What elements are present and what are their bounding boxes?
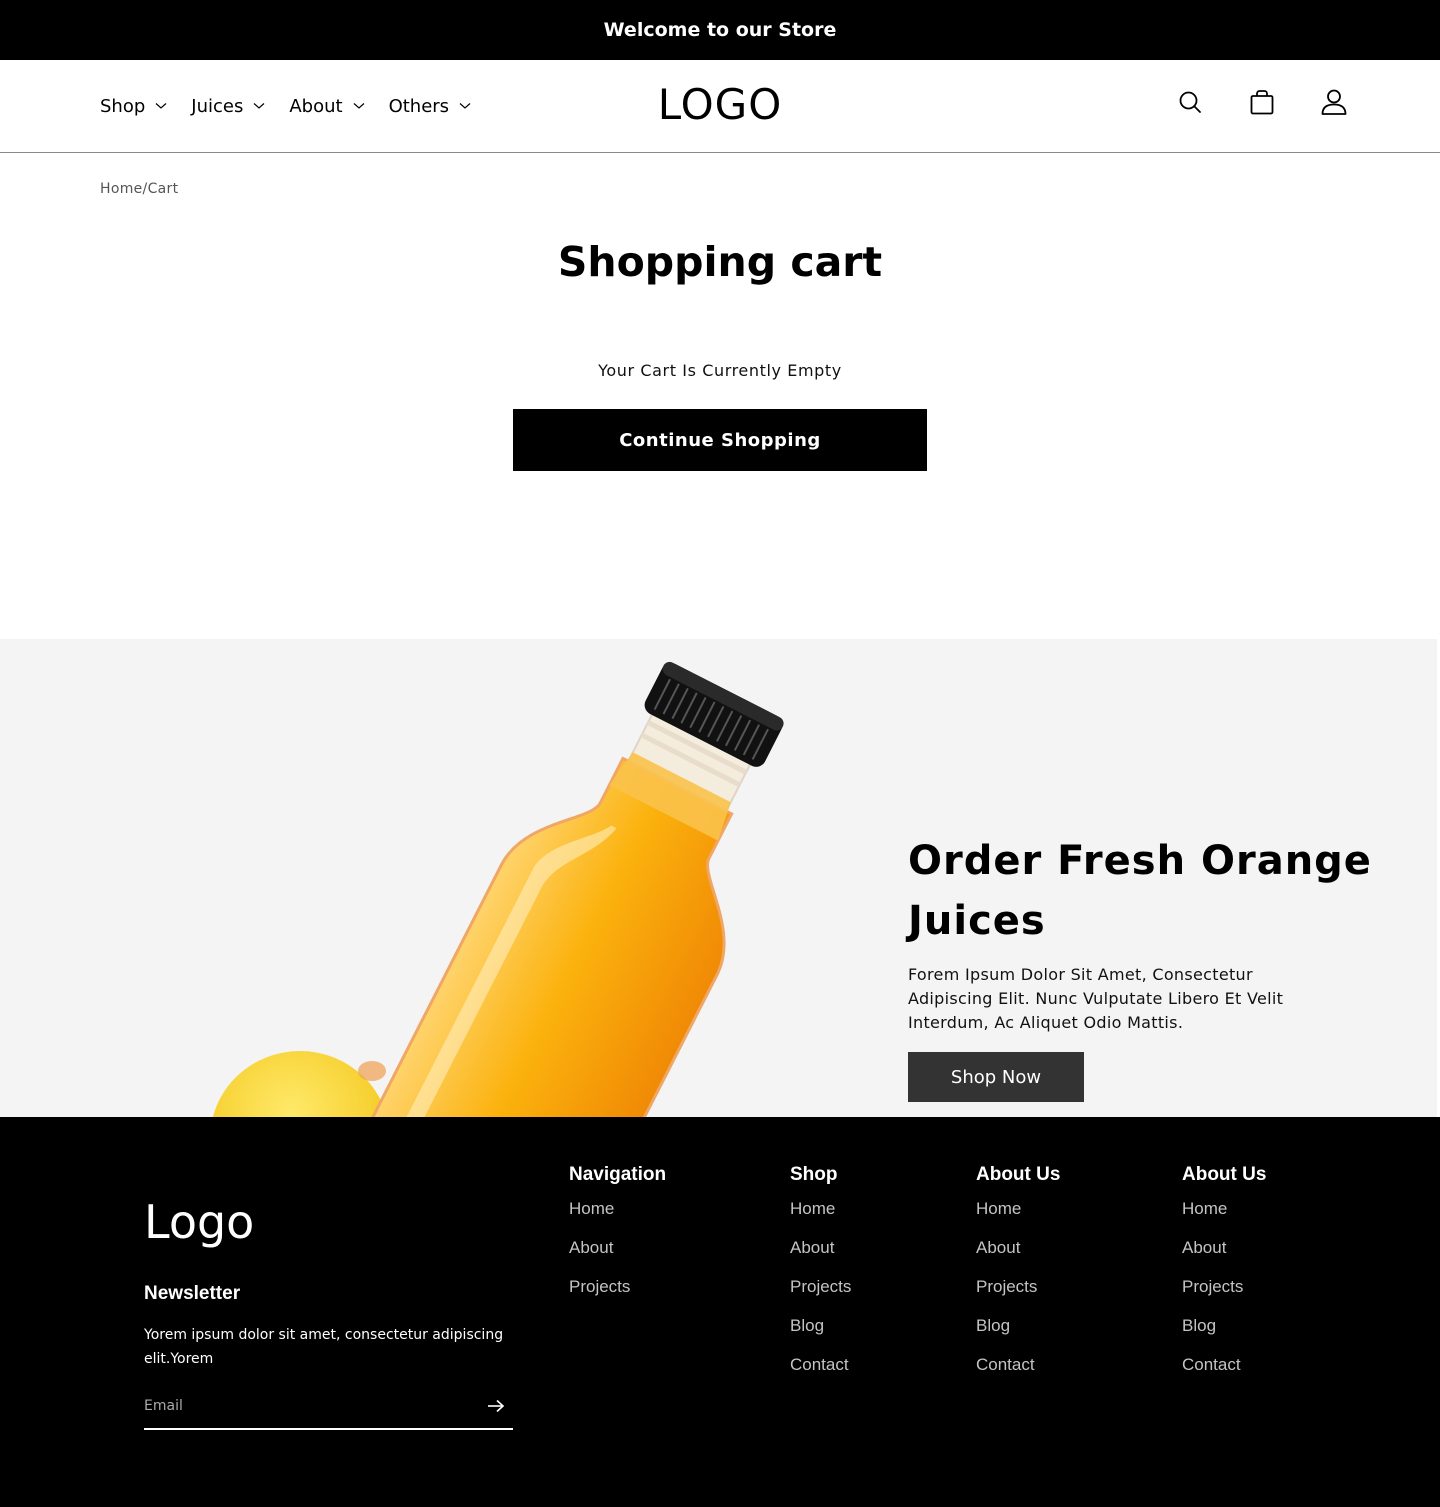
footer-column-shop: Shop Home About Projects Blog Contact [790, 1164, 851, 1394]
chevron-down-icon [459, 103, 471, 109]
site-header: Shop Juices About Others LOGO [0, 60, 1440, 153]
newsletter-title: Newsletter [144, 1283, 241, 1304]
footer-link-projects[interactable]: Projects [1182, 1277, 1266, 1316]
breadcrumb: Home/Cart [100, 181, 178, 197]
nav-item-about[interactable]: About [289, 96, 364, 117]
footer-link-home[interactable]: Home [569, 1199, 666, 1238]
footer-link-blog[interactable]: Blog [976, 1316, 1060, 1355]
page-title: Shopping cart [557, 238, 883, 286]
footer-column-title: About Us [1182, 1164, 1267, 1185]
footer-column-navigation: Navigation Home About Projects [569, 1164, 666, 1316]
footer-link-about[interactable]: About [976, 1238, 1060, 1277]
announcement-text: Welcome to our Store [603, 19, 837, 41]
footer-column-about-us-2: About Us Home About Projects Blog Contac… [1182, 1164, 1266, 1394]
footer-link-home[interactable]: Home [976, 1199, 1060, 1238]
search-icon [1179, 91, 1201, 113]
footer-link-contact[interactable]: Contact [976, 1355, 1060, 1394]
arrow-right-icon[interactable] [487, 1399, 505, 1413]
site-logo[interactable]: LOGO [658, 80, 783, 129]
footer-column-title: Shop [790, 1164, 838, 1185]
footer-link-blog[interactable]: Blog [790, 1316, 851, 1355]
account-button[interactable] [1320, 88, 1348, 116]
empty-cart-message: Your Cart Is Currently Empty [598, 361, 842, 380]
footer-link-about[interactable]: About [790, 1238, 851, 1277]
newsletter-form [144, 1383, 513, 1430]
chevron-down-icon [253, 103, 265, 109]
breadcrumb-home[interactable]: Home [100, 181, 143, 197]
footer-column-title: Navigation [569, 1164, 667, 1185]
main-nav: Shop Juices About Others [100, 60, 495, 152]
bag-icon [1250, 90, 1274, 115]
continue-shopping-button[interactable]: Continue Shopping [513, 409, 927, 471]
nav-item-juices[interactable]: Juices [191, 96, 265, 117]
chevron-down-icon [155, 103, 167, 109]
nav-item-label: Others [388, 95, 450, 117]
user-icon [1321, 89, 1347, 115]
juice-bottle-image [212, 661, 784, 1117]
nav-item-label: Shop [100, 95, 146, 117]
email-input[interactable] [144, 1389, 487, 1422]
chevron-down-icon [353, 103, 364, 109]
footer-column-title: About Us [976, 1164, 1061, 1185]
footer-link-contact[interactable]: Contact [1182, 1355, 1266, 1394]
nav-item-label: Juices [191, 95, 244, 117]
nav-item-shop[interactable]: Shop [100, 96, 167, 117]
header-icons [1132, 88, 1348, 116]
footer-link-home[interactable]: Home [790, 1199, 851, 1238]
footer-link-projects[interactable]: Projects [569, 1277, 666, 1316]
footer-logo[interactable]: Logo [144, 1195, 254, 1249]
footer-link-projects[interactable]: Projects [976, 1277, 1060, 1316]
promo-banner: Order Fresh Orange Juices Forem Ipsum Do… [0, 639, 1437, 1117]
promo-description: Forem Ipsum Dolor Sit Amet, Consectetur … [908, 965, 1284, 1032]
announcement-bar: Welcome to our Store [0, 0, 1440, 60]
footer-link-home[interactable]: Home [1182, 1199, 1266, 1238]
newsletter-text: Yorem ipsum dolor sit amet, consectetur … [144, 1327, 504, 1367]
nav-item-label: About [289, 95, 343, 117]
search-button[interactable] [1176, 88, 1204, 116]
promo-title: Order Fresh Orange Juices [908, 838, 1372, 944]
footer-link-blog[interactable]: Blog [1182, 1316, 1266, 1355]
shop-now-button[interactable]: Shop Now [908, 1052, 1084, 1102]
footer-link-about[interactable]: About [1182, 1238, 1266, 1277]
footer-link-about[interactable]: About [569, 1238, 666, 1277]
footer-link-contact[interactable]: Contact [790, 1355, 851, 1394]
breadcrumb-current: Cart [147, 181, 179, 197]
footer-link-projects[interactable]: Projects [790, 1277, 851, 1316]
cart-button[interactable] [1248, 88, 1276, 116]
nav-item-others[interactable]: Others [389, 96, 472, 117]
footer-column-about-us: About Us Home About Projects Blog Contac… [976, 1164, 1060, 1394]
site-footer: Logo Newsletter Yorem ipsum dolor sit am… [0, 1117, 1440, 1507]
